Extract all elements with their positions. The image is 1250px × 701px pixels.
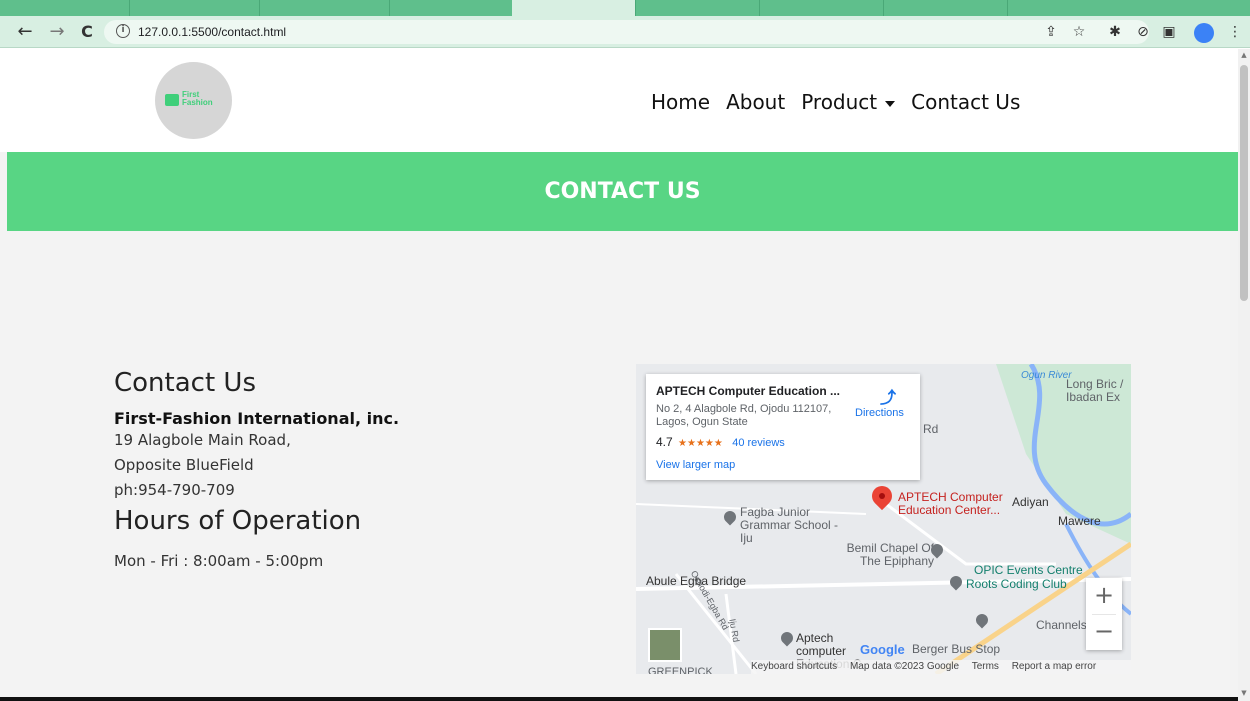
- map-label-greenpick: GREENPICK: [648, 666, 713, 674]
- browser-tab[interactable]: [260, 0, 390, 16]
- satellite-toggle[interactable]: [648, 628, 682, 662]
- browser-tab[interactable]: [760, 0, 884, 16]
- share-icon[interactable]: ⇪: [1042, 23, 1060, 41]
- view-larger-map-link[interactable]: View larger map: [656, 459, 735, 471]
- back-icon[interactable]: ←: [14, 21, 36, 43]
- embedded-map[interactable]: Ogun River Long Bric / Ibadan Ex Rd Adiy…: [636, 364, 1131, 674]
- nav-product-label: Product: [801, 90, 878, 114]
- address-bar[interactable]: i 127.0.0.1:5500/contact.html: [104, 20, 1149, 44]
- map-label-bemil: Bemil Chapel Of The Epiphany: [846, 541, 934, 568]
- nav-about-link[interactable]: About: [726, 90, 785, 114]
- scrollbar-thumb[interactable]: [1240, 65, 1248, 301]
- zoom-controls: + −: [1086, 578, 1122, 650]
- contact-info: Contact Us First-Fashion International, …: [114, 367, 514, 574]
- map-label-aptech[interactable]: APTECH Computer Education Center...: [898, 491, 1008, 517]
- map-label-berger: Berger Bus Stop: [912, 642, 1001, 656]
- scroll-down-icon[interactable]: ▼: [1240, 689, 1248, 699]
- tab-strip: [0, 0, 1250, 16]
- zoom-in-button[interactable]: +: [1086, 578, 1122, 614]
- map-attribution: Keyboard shortcuts Map data ©2023 Google…: [751, 660, 1131, 674]
- reload-icon[interactable]: C: [76, 21, 98, 43]
- info-icon[interactable]: i: [116, 24, 130, 38]
- main-nav: Home About Product Contact Us: [651, 90, 1020, 114]
- map-label-channels: Channels: [1036, 618, 1087, 632]
- bottom-border: [0, 697, 1238, 701]
- logo-text-line2: Fashion: [182, 98, 213, 107]
- browser-tab[interactable]: [884, 0, 1008, 16]
- caret-down-icon: [885, 100, 896, 107]
- zoom-out-button[interactable]: −: [1086, 614, 1122, 650]
- scroll-up-icon[interactable]: ▲: [1240, 51, 1248, 61]
- bookmark-star-icon[interactable]: ☆: [1070, 23, 1088, 41]
- keyboard-shortcuts-link[interactable]: Keyboard shortcuts: [751, 661, 837, 672]
- site-header: First Fashion Home About Product Contact…: [0, 49, 1238, 152]
- directions-link[interactable]: Directions: [855, 407, 904, 419]
- browser-toolbar: ← → C i 127.0.0.1:5500/contact.html ⇪ ☆ …: [0, 16, 1250, 48]
- extension-icon[interactable]: ⊘: [1134, 23, 1152, 41]
- place-rating: 4.7 ★★★★★ 40 reviews: [656, 435, 785, 449]
- url-text[interactable]: 127.0.0.1:5500/contact.html: [138, 25, 286, 39]
- profile-avatar[interactable]: [1194, 23, 1214, 43]
- place-info-card: APTECH Computer Education ... No 2, 4 Al…: [646, 374, 920, 480]
- map-label-river: Ogun River: [1021, 370, 1072, 381]
- map-data-text: Map data ©2023 Google: [849, 661, 960, 672]
- place-address: No 2, 4 Alagbole Rd, Ojodu 112107, Lagos…: [656, 403, 832, 428]
- reviews-link[interactable]: 40 reviews: [732, 437, 785, 449]
- site-logo[interactable]: First Fashion: [155, 62, 232, 139]
- page-viewport: First Fashion Home About Product Contact…: [0, 49, 1238, 701]
- nav-contact-link[interactable]: Contact Us: [911, 90, 1020, 114]
- logo-text: First Fashion: [182, 91, 213, 107]
- company-name: First-Fashion International, inc.: [114, 409, 400, 428]
- logo-mark-icon: [165, 94, 179, 106]
- map-label-rd: Rd: [923, 422, 939, 436]
- browser-tab[interactable]: [0, 0, 130, 16]
- place-name: APTECH Computer Education ...: [656, 384, 841, 398]
- hours-heading: Hours of Operation: [114, 506, 362, 536]
- address-line2: Opposite BlueField: [114, 456, 254, 474]
- map-label-long-bridge: Long Bric / Ibadan Ex: [1066, 377, 1124, 404]
- contact-heading: Contact Us: [114, 368, 256, 398]
- nav-home-link[interactable]: Home: [651, 90, 710, 114]
- phone-number: ph:954-790-709: [114, 481, 235, 499]
- browser-tab[interactable]: [636, 0, 760, 16]
- side-panel-icon[interactable]: ▣: [1160, 23, 1178, 41]
- map-label-mawere: Mawere: [1058, 514, 1101, 528]
- browser-tab[interactable]: [130, 0, 260, 16]
- nav-product-dropdown[interactable]: Product: [801, 90, 896, 114]
- rating-value: 4.7: [656, 435, 673, 449]
- browser-tab-active[interactable]: [512, 0, 636, 16]
- address-line1: 19 Alagbole Main Road,: [114, 431, 291, 449]
- hours-text: Mon - Fri : 8:00am - 5:00pm: [114, 552, 324, 570]
- map-label-adiyan: Adiyan: [1012, 495, 1049, 509]
- banner-title: CONTACT US: [544, 179, 701, 204]
- forward-icon[interactable]: →: [46, 21, 68, 43]
- zoom-divider: [1092, 614, 1116, 615]
- page-scrollbar[interactable]: ▲ ▼: [1238, 49, 1250, 701]
- extensions-icon[interactable]: ✱: [1106, 23, 1124, 41]
- map-label-opic: OPIC Events Centre: [974, 563, 1083, 577]
- terms-link[interactable]: Terms: [972, 661, 999, 672]
- map-label-fagba: Fagba Junior Grammar School - Iju: [740, 505, 839, 545]
- google-logo: Google: [860, 642, 905, 657]
- map-label-roots: Roots Coding Club: [966, 577, 1067, 591]
- directions-icon[interactable]: ⤴: [880, 384, 896, 407]
- page-banner: CONTACT US: [7, 152, 1238, 231]
- menu-icon[interactable]: ⋮: [1226, 23, 1244, 41]
- rating-stars-icon: ★★★★★: [678, 438, 723, 449]
- report-error-link[interactable]: Report a map error: [1012, 661, 1096, 672]
